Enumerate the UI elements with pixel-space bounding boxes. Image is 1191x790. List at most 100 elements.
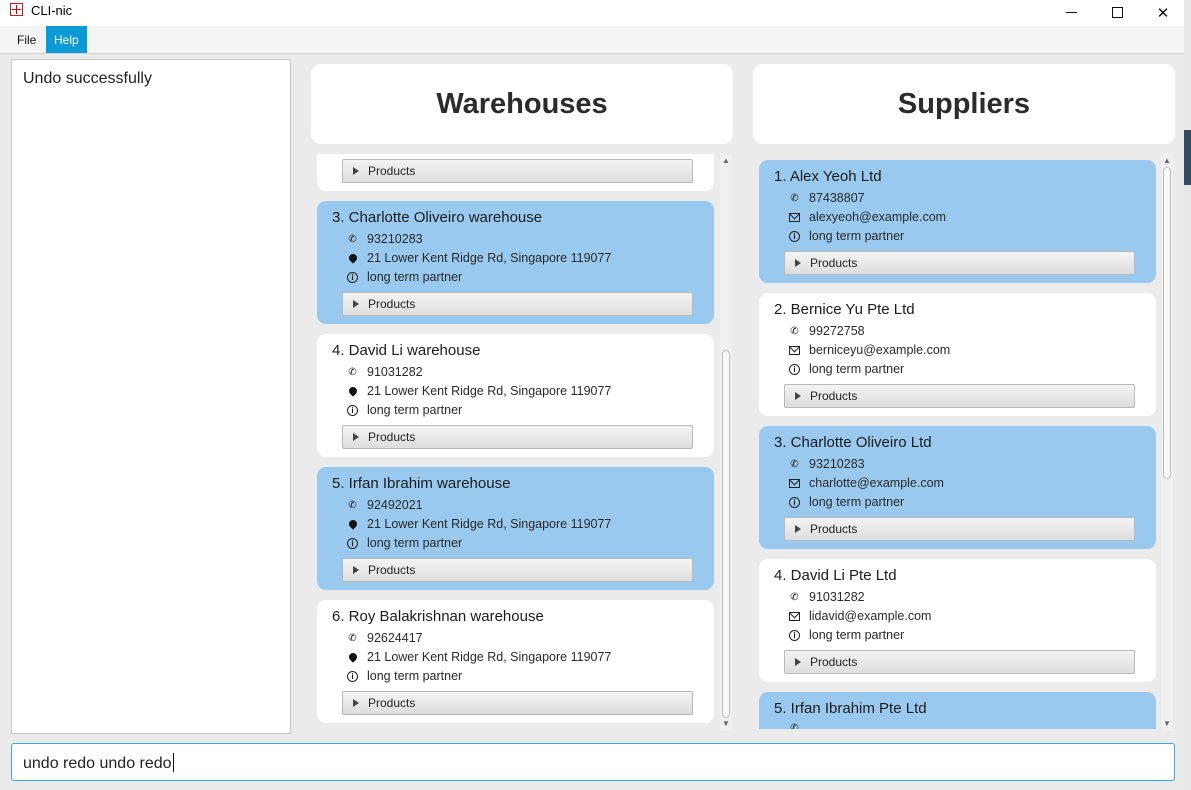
minimize-button[interactable] — [1048, 0, 1094, 25]
supplier-scrollbar[interactable]: ▲ ▼ — [1161, 154, 1173, 731]
warehouse-address: 21 Lower Kent Ridge Rd, Singapore 119077 — [367, 384, 612, 398]
triangle-right-icon — [795, 525, 801, 533]
warehouse-card[interactable]: 5. Irfan Ibrahim warehouse ✆ 92492021 21 … — [317, 467, 714, 590]
phone-icon: ✆ — [790, 325, 799, 337]
result-text: Undo successfully — [23, 70, 152, 87]
close-icon: ✕ — [1156, 4, 1170, 22]
title-bar: CLI-nic ✕ — [0, 0, 1184, 25]
supplier-remark: long term partner — [809, 229, 905, 243]
main-area: Undo successfully Warehouses Products 3.… — [0, 54, 1184, 790]
warehouse-address: 21 Lower Kent Ridge Rd, Singapore 119077 — [367, 650, 612, 664]
text-caret — [172, 753, 174, 772]
info-icon: i — [789, 496, 800, 508]
warehouse-remark: long term partner — [367, 270, 463, 284]
location-pin-icon — [347, 651, 359, 663]
warehouse-name: 3. Charlotte Oliveiro warehouse — [332, 209, 543, 226]
supplier-phone: 99272758 — [809, 324, 865, 338]
products-expander[interactable]: Products — [342, 292, 693, 316]
app-icon — [10, 3, 23, 16]
minimize-icon — [1065, 12, 1077, 13]
triangle-right-icon — [795, 259, 801, 267]
supplier-card[interactable]: 3. Charlotte Oliveiro Ltd ✆ 93210283 char… — [759, 426, 1156, 549]
phone-icon: ✆ — [790, 458, 799, 470]
info-icon: i — [789, 629, 800, 641]
scroll-up-icon[interactable]: ▲ — [1163, 156, 1171, 166]
warehouse-card[interactable]: 3. Charlotte Oliveiro warehouse ✆ 9321028… — [317, 201, 714, 324]
warehouse-name: 5. Irfan Ibrahim warehouse — [332, 475, 511, 492]
scroll-down-icon[interactable]: ▼ — [722, 719, 730, 729]
warehouse-phone: 92624417 — [367, 631, 423, 645]
menu-file[interactable]: File — [9, 26, 44, 53]
warehouse-remark: long term partner — [367, 403, 463, 417]
products-expander[interactable]: Products — [342, 425, 693, 449]
products-expander[interactable]: Products — [342, 558, 693, 582]
triangle-right-icon — [353, 300, 359, 308]
phone-icon: ✆ — [790, 723, 799, 729]
scroll-up-icon[interactable]: ▲ — [722, 156, 730, 166]
menu-help[interactable]: Help — [46, 26, 87, 53]
supplier-remark: long term partner — [809, 362, 905, 376]
envelope-icon — [789, 212, 800, 222]
products-expander[interactable]: Products — [784, 251, 1135, 275]
products-expander[interactable]: Products — [342, 691, 693, 715]
info-icon: i — [347, 271, 358, 283]
menu-bar: File Help — [0, 26, 1184, 54]
products-expander[interactable]: Products — [342, 159, 693, 183]
triangle-right-icon — [795, 392, 801, 400]
supplier-name: 2. Bernice Yu Pte Ltd — [774, 301, 915, 318]
scroll-thumb[interactable] — [1163, 167, 1171, 479]
products-expander[interactable]: Products — [784, 650, 1135, 674]
supplier-remark: long term partner — [809, 495, 905, 509]
warehouse-remark: long term partner — [367, 669, 463, 683]
info-icon: i — [347, 537, 358, 549]
envelope-icon — [789, 345, 800, 355]
suppliers-title: Suppliers — [897, 87, 1031, 120]
supplier-name: 1. Alex Yeoh Ltd — [774, 168, 882, 185]
warehouse-card[interactable]: 6. Roy Balakrishnan warehouse ✆ 92624417 … — [317, 600, 714, 723]
command-input[interactable]: undo redo undo redo — [23, 753, 174, 773]
info-icon: i — [789, 230, 800, 242]
supplier-card[interactable]: 1. Alex Yeoh Ltd ✆ 87438807 alexyeoh@exam… — [759, 160, 1156, 283]
supplier-phone: 93210283 — [809, 457, 865, 471]
result-display: Undo successfully — [11, 59, 291, 734]
supplier-phone: 91031282 — [809, 590, 865, 604]
close-button[interactable]: ✕ — [1140, 0, 1186, 25]
supplier-card[interactable]: 2. Bernice Yu Pte Ltd ✆ 99272758 bernicey… — [759, 293, 1156, 416]
triangle-right-icon — [353, 566, 359, 574]
warehouse-card-partial[interactable]: Products — [317, 154, 714, 191]
envelope-icon — [789, 611, 800, 621]
warehouses-title: Warehouses — [436, 87, 608, 120]
products-expander[interactable]: Products — [784, 384, 1135, 408]
warehouse-list[interactable]: Products 3. Charlotte Oliveiro warehouse… — [311, 154, 719, 729]
location-pin-icon — [347, 252, 359, 264]
supplier-list[interactable]: 1. Alex Yeoh Ltd ✆ 87438807 alexyeoh@exam… — [753, 154, 1159, 729]
warehouses-header: Warehouses — [311, 64, 733, 144]
suppliers-header: Suppliers — [753, 64, 1175, 144]
scroll-down-icon[interactable]: ▼ — [1163, 719, 1171, 729]
info-icon: i — [789, 363, 800, 375]
triangle-right-icon — [353, 699, 359, 707]
warehouse-scrollbar[interactable]: ▲ ▼ — [720, 154, 732, 731]
window-title: CLI-nic — [31, 3, 73, 18]
phone-icon: ✆ — [348, 233, 357, 245]
warehouse-card[interactable]: 4. David Li warehouse ✆ 91031282 21 Lower… — [317, 334, 714, 457]
supplier-email: alexyeoh@example.com — [809, 210, 947, 224]
info-icon: i — [347, 670, 358, 682]
supplier-remark: long term partner — [809, 628, 905, 642]
warehouse-address: 21 Lower Kent Ridge Rd, Singapore 119077 — [367, 517, 612, 531]
phone-icon: ✆ — [348, 499, 357, 511]
supplier-card[interactable]: 5. Irfan Ibrahim Pte Ltd ✆ — [759, 692, 1156, 729]
supplier-card[interactable]: 4. David Li Pte Ltd ✆ 91031282 lidavid@ex… — [759, 559, 1156, 682]
supplier-name: 4. David Li Pte Ltd — [774, 567, 897, 584]
supplier-name: 3. Charlotte Oliveiro Ltd — [774, 434, 932, 451]
triangle-right-icon — [353, 167, 359, 175]
info-icon: i — [347, 404, 358, 416]
supplier-email: charlotte@example.com — [809, 476, 944, 490]
command-box[interactable]: undo redo undo redo — [11, 743, 1175, 781]
products-expander[interactable]: Products — [784, 517, 1135, 541]
scroll-thumb[interactable] — [722, 350, 730, 718]
maximize-icon — [1111, 7, 1123, 18]
phone-icon: ✆ — [348, 366, 357, 378]
maximize-button[interactable] — [1094, 0, 1140, 25]
supplier-email: lidavid@example.com — [809, 609, 932, 623]
